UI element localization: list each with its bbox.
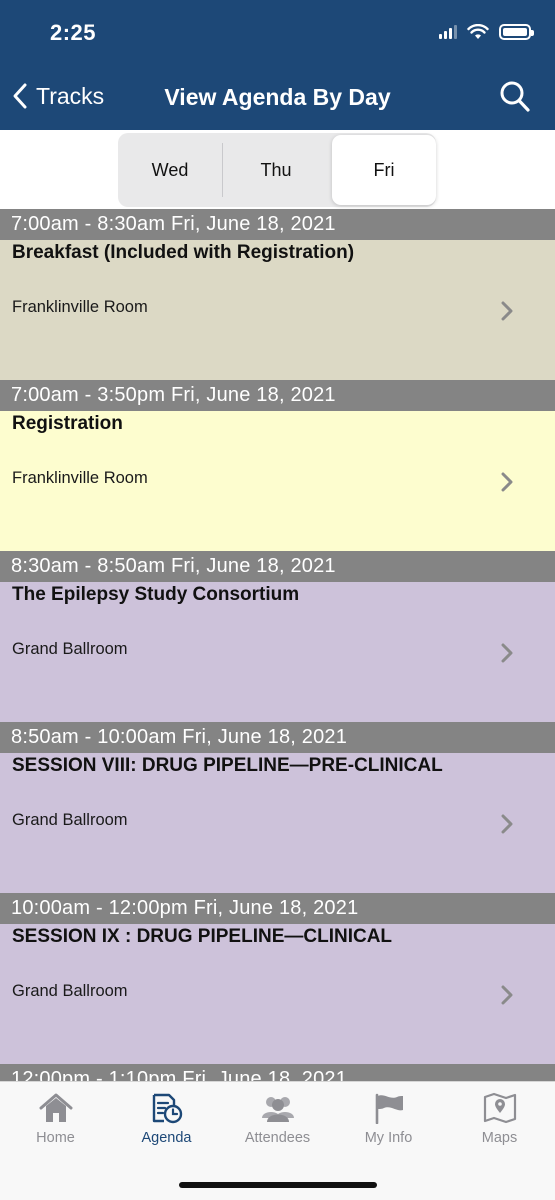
tab-maps[interactable]: Maps (444, 1092, 555, 1152)
agenda-item[interactable]: 8:30am - 8:50am Fri, June 18, 2021 The E… (0, 551, 555, 722)
agenda-item-title: The Epilepsy Study Consortium (12, 584, 300, 605)
attendees-icon (261, 1097, 294, 1122)
agenda-item[interactable]: 12:00pm - 1:10pm Fri, June 18, 2021 (0, 1064, 555, 1081)
tab-my-info[interactable]: My Info (333, 1092, 444, 1152)
agenda-item-time: 12:00pm - 1:10pm Fri, June 18, 2021 (0, 1064, 555, 1081)
agenda-item-time: 10:00am - 12:00pm Fri, June 18, 2021 (0, 893, 555, 924)
agenda-item-body: SESSION VIII: DRUG PIPELINE—PRE-CLINICAL… (0, 753, 555, 893)
agenda-item-room: Grand Ballroom (12, 811, 128, 829)
agenda-item-room: Franklinville Room (12, 298, 148, 316)
agenda-item-body: Breakfast (Included with Registration) F… (0, 240, 555, 380)
agenda-item-body: Registration Franklinville Room (0, 411, 555, 551)
back-button[interactable]: Tracks (12, 82, 104, 110)
agenda-item-time: 8:50am - 10:00am Fri, June 18, 2021 (0, 722, 555, 753)
chevron-right-icon (501, 643, 513, 663)
signal-icon (439, 25, 457, 39)
agenda-item-time: 7:00am - 3:50pm Fri, June 18, 2021 (0, 380, 555, 411)
agenda-item[interactable]: 10:00am - 12:00pm Fri, June 18, 2021 SES… (0, 893, 555, 1064)
agenda-item-time: 7:00am - 8:30am Fri, June 18, 2021 (0, 209, 555, 240)
agenda-item-title: Registration (12, 413, 123, 434)
agenda-item-title: SESSION VIII: DRUG PIPELINE—PRE-CLINICAL (12, 755, 443, 776)
home-icon (39, 1093, 72, 1122)
tab-home[interactable]: Home (0, 1092, 111, 1152)
tab-attendees[interactable]: Attendees (222, 1092, 333, 1152)
status-icons (439, 24, 534, 40)
tab-label: My Info (364, 1130, 413, 1146)
wifi-icon (467, 24, 489, 39)
status-time: 2:25 (50, 20, 97, 45)
chevron-right-icon (501, 472, 513, 492)
agenda-item[interactable]: 7:00am - 8:30am Fri, June 18, 2021 Break… (0, 209, 555, 380)
agenda-item-room: Franklinville Room (12, 469, 148, 487)
map-icon (483, 1092, 516, 1124)
agenda-item-body: SESSION IX : DRUG PIPELINE—CLINICAL Gran… (0, 924, 555, 1064)
battery-icon (499, 24, 534, 40)
agenda-item[interactable]: 8:50am - 10:00am Fri, June 18, 2021 SESS… (0, 722, 555, 893)
flag-icon (375, 1093, 403, 1124)
tab-label: Attendees (244, 1130, 311, 1146)
chevron-left-icon (13, 83, 27, 109)
agenda-item-title: SESSION IX : DRUG PIPELINE—CLINICAL (12, 926, 393, 947)
agenda-icon (152, 1093, 182, 1124)
nav-header: 2:25 Tracks View Agenda By Day (0, 0, 555, 130)
chevron-right-icon (501, 301, 513, 321)
day-tab-thu[interactable]: Thu (224, 133, 328, 207)
agenda-item-title: Breakfast (Included with Registration) (12, 242, 355, 263)
agenda-item-body: The Epilepsy Study Consortium Grand Ball… (0, 582, 555, 722)
agenda-list: 7:00am - 8:30am Fri, June 18, 2021 Break… (0, 209, 555, 1081)
tab-label: Agenda (141, 1130, 192, 1146)
agenda-item[interactable]: 7:00am - 3:50pm Fri, June 18, 2021 Regis… (0, 380, 555, 551)
back-label: Tracks (36, 82, 105, 109)
day-tab-wed[interactable]: Wed (118, 133, 222, 207)
agenda-item-room: Grand Ballroom (12, 982, 128, 1000)
chevron-right-icon (501, 814, 513, 834)
search-button[interactable] (499, 80, 531, 119)
day-tab-fri[interactable]: Fri (332, 135, 436, 205)
segment-divider (222, 143, 223, 197)
search-icon (500, 81, 530, 112)
day-selector-bar: Wed Thu Fri (0, 130, 555, 209)
tab-agenda[interactable]: Agenda (111, 1092, 222, 1152)
agenda-item-room: Grand Ballroom (12, 640, 128, 658)
day-segmented-control: Wed Thu Fri (118, 133, 436, 207)
tab-label: Home (36, 1130, 75, 1146)
home-indicator (179, 1182, 377, 1188)
tab-label: Maps (481, 1130, 518, 1146)
chevron-right-icon (501, 985, 513, 1005)
agenda-item-time: 8:30am - 8:50am Fri, June 18, 2021 (0, 551, 555, 582)
